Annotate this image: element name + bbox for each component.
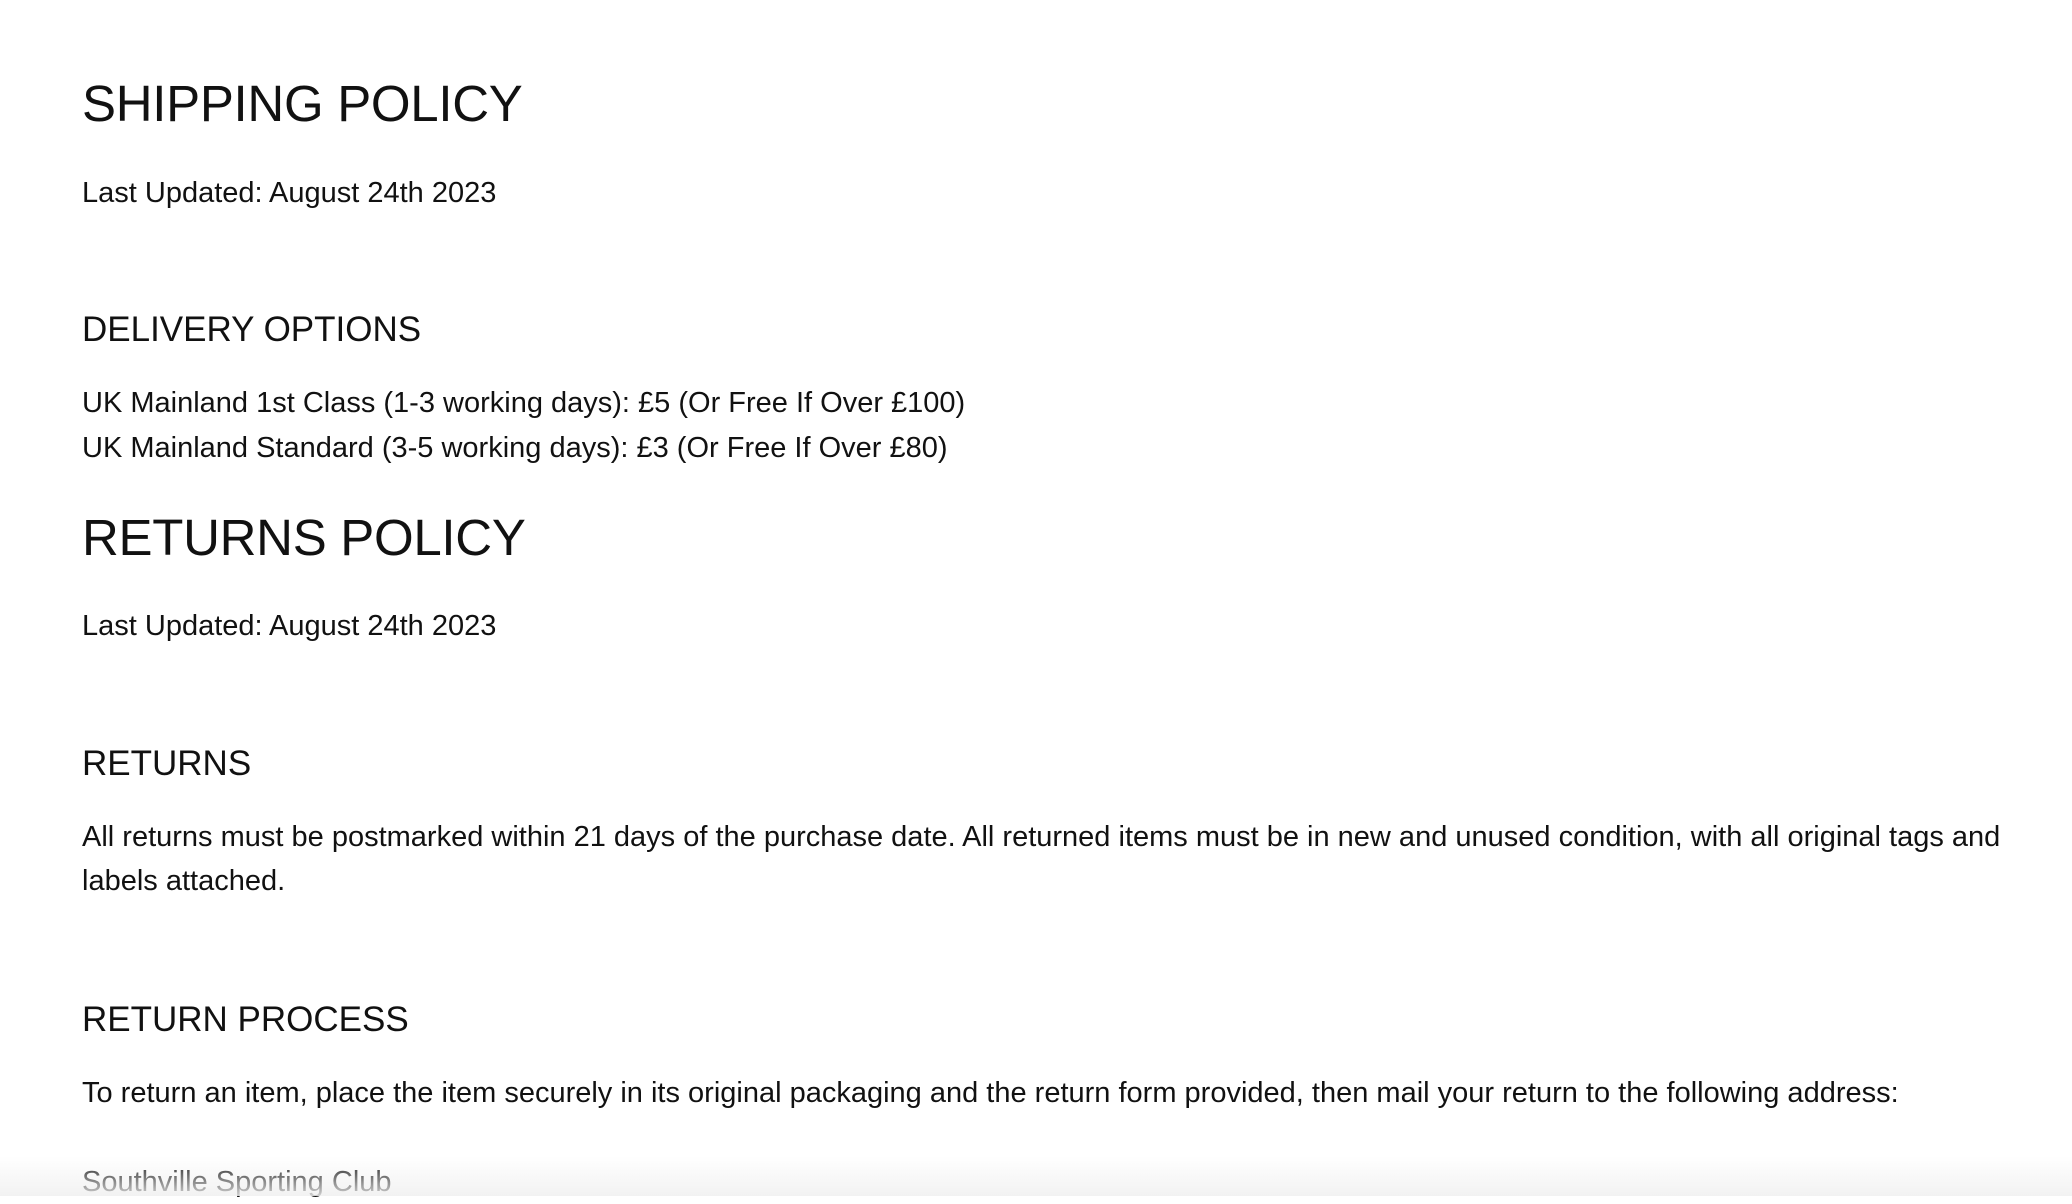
returns-heading: RETURNS — [82, 744, 252, 783]
shipping-policy-title: SHIPPING POLICY — [82, 75, 523, 132]
delivery-option-first-class: UK Mainland 1st Class (1-3 working days)… — [82, 387, 966, 419]
return-address-line: Southville Sporting Club — [82, 1166, 392, 1198]
return-process-body: To return an item, place the item secure… — [82, 1077, 1899, 1109]
return-process-heading: RETURN PROCESS — [82, 1000, 409, 1039]
delivery-options-heading: DELIVERY OPTIONS — [82, 310, 422, 349]
shipping-last-updated: Last Updated: August 24th 2023 — [82, 177, 497, 209]
returns-policy-title: RETURNS POLICY — [82, 509, 526, 566]
returns-body: All returns must be postmarked within 21… — [82, 821, 2001, 897]
delivery-option-standard: UK Mainland Standard (3-5 working days):… — [82, 432, 948, 464]
returns-last-updated: Last Updated: August 24th 2023 — [82, 610, 497, 642]
